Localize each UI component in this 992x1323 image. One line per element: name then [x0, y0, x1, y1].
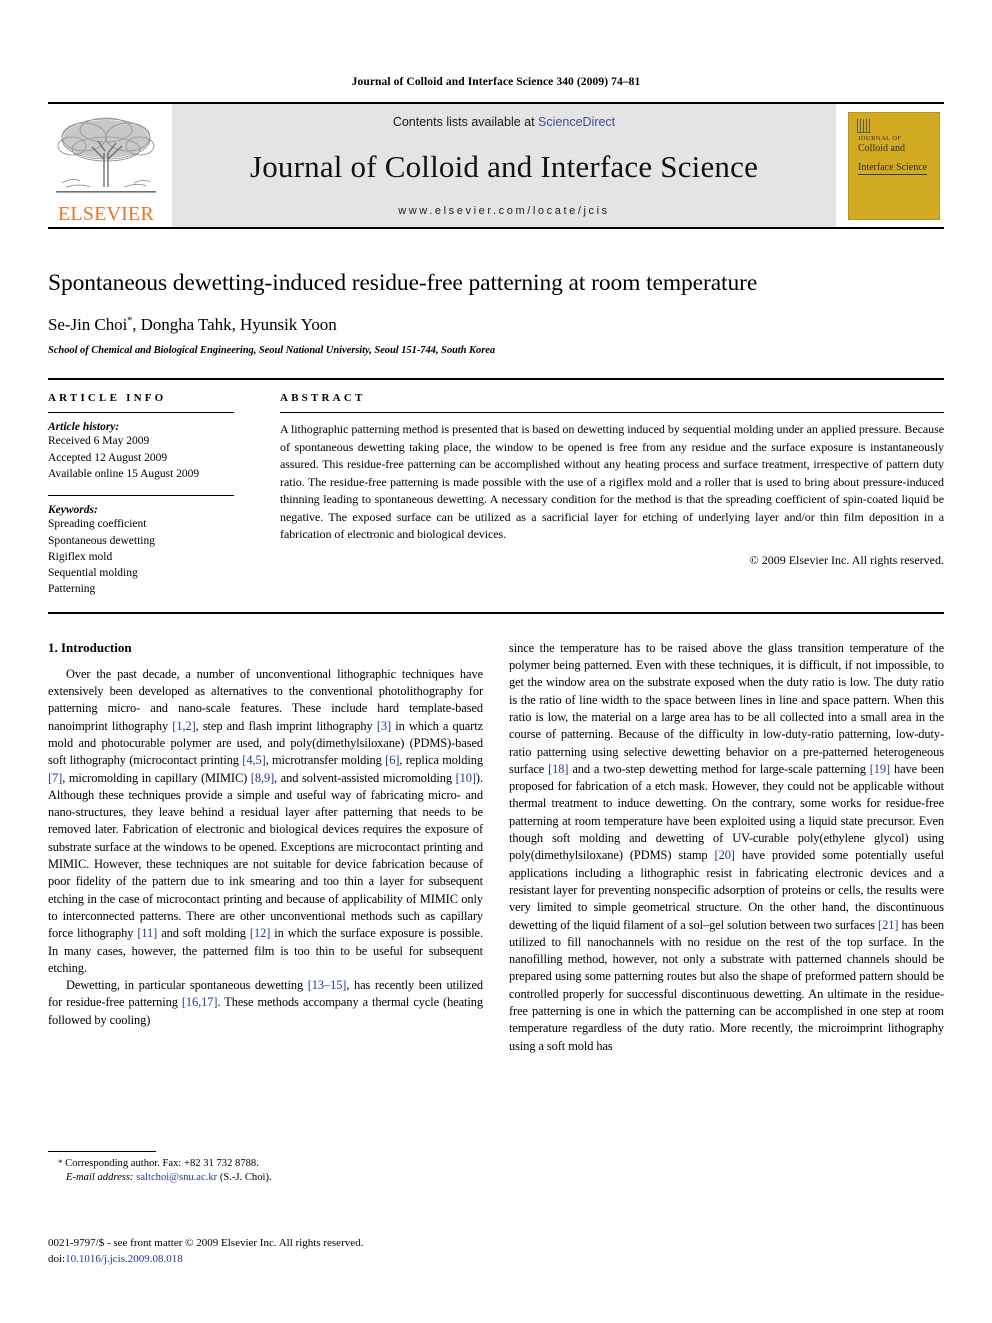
affiliation: School of Chemical and Biological Engine… — [48, 345, 496, 357]
article-history-label: Article history: — [48, 421, 120, 434]
text-run: , and solvent-assisted micromolding — [274, 770, 456, 785]
abstract-column: ABSTRACT A lithographic patterning metho… — [256, 392, 944, 598]
copyright-line: © 2009 Elsevier Inc. All rights reserved… — [749, 552, 944, 567]
text-run: and soft molding — [157, 926, 250, 941]
abstract-text: A lithographic patterning method is pres… — [280, 422, 944, 542]
cover-title-text: JOURNAL OF Colloid and Interface Science — [858, 135, 934, 177]
elsevier-logo: ELSEVIER — [48, 104, 164, 227]
keyword-item: Spreading coefficient — [48, 518, 147, 531]
doi-link[interactable]: 10.1016/j.jcis.2009.08.018 — [65, 1253, 183, 1265]
text-run: since the temperature has to be raised a… — [509, 640, 944, 776]
right-column: since the temperature has to be raised a… — [509, 640, 944, 1055]
journal-title: Journal of Colloid and Interface Science — [249, 149, 759, 184]
keyword-item: Sequential molding — [48, 567, 138, 580]
elsevier-wordmark: ELSEVIER — [57, 203, 155, 225]
imprint-block: 0021-9797/$ - see front matter © 2009 El… — [48, 1236, 488, 1268]
running-head: Journal of Colloid and Interface Science… — [351, 76, 641, 88]
divider — [48, 412, 234, 414]
footnote-block: * Corresponding author. Fax: +82 31 732 … — [48, 1150, 483, 1186]
contents-prefix: Contents lists available at — [392, 115, 539, 129]
citation-ref[interactable]: [18] — [548, 762, 568, 776]
journal-url[interactable]: www.elsevier.com/locate/jcis — [398, 205, 610, 217]
article-history-item: Accepted 12 August 2009 — [48, 451, 168, 464]
email-link[interactable]: saltchoi@snu.ac.kr — [136, 1172, 217, 1183]
citation-ref[interactable]: [10] — [456, 771, 476, 785]
issn-line: 0021-9797/$ - see front matter © 2009 El… — [48, 1237, 364, 1249]
keywords-label: Keywords: — [48, 504, 98, 517]
footnote-email: E-mail address: saltchoi@snu.ac.kr (S.-J… — [66, 1171, 483, 1186]
author-rest: , Dongha Tahk, Hyunsik Yoon — [132, 315, 337, 335]
citation-ref[interactable]: [20] — [715, 848, 735, 862]
text-run: , microtransfer molding — [265, 753, 386, 768]
paragraph: since the temperature has to be raised a… — [509, 640, 944, 1055]
journal-masthead: ELSEVIER Contents lists available at Sci… — [48, 102, 944, 229]
keyword-item: Patterning — [48, 583, 96, 596]
paragraph: Over the past decade, a number of unconv… — [48, 666, 483, 977]
citation-ref[interactable]: [11] — [137, 926, 157, 940]
text-run: ). Although these techniques provide a s… — [48, 770, 483, 941]
left-column: 1. Introduction Over the past decade, a … — [48, 639, 483, 1183]
article-info-label: ARTICLE INFO — [48, 392, 167, 405]
author-list: Se-Jin Choi*, Dongha Tahk, Hyunsik Yoon — [48, 315, 944, 335]
journal-banner: Contents lists available at ScienceDirec… — [172, 104, 836, 227]
info-abstract-block: ARTICLE INFO Article history: Received 6… — [48, 378, 944, 614]
citation-ref[interactable]: [21] — [878, 918, 898, 932]
elsevier-tree-icon — [56, 117, 156, 193]
paper-page: Journal of Colloid and Interface Science… — [0, 0, 992, 1323]
email-label: E-mail address: — [66, 1172, 134, 1184]
cover-line-2: Colloid and — [858, 142, 905, 154]
citation-ref[interactable]: [3] — [377, 719, 391, 733]
body-columns: 1. Introduction Over the past decade, a … — [48, 639, 944, 1183]
article-history-item: Available online 15 August 2009 — [48, 467, 200, 480]
cover-image: JOURNAL OF Colloid and Interface Science — [848, 111, 940, 220]
title-block: Spontaneous dewetting-induced residue-fr… — [48, 269, 944, 356]
citation-ref[interactable]: [16,17] — [182, 995, 218, 1009]
text-run: , step and flash imprint lithography — [195, 718, 377, 733]
paragraph: Dewetting, in particular spontaneous dew… — [48, 977, 483, 1029]
citation-ref[interactable]: [8,9] — [251, 771, 274, 785]
citation-ref[interactable]: [12] — [250, 926, 270, 940]
section-heading-introduction: 1. Introduction — [48, 639, 132, 655]
text-run: Dewetting, in particular spontaneous dew… — [66, 978, 308, 993]
keyword-item: Spontaneous dewetting — [48, 534, 155, 547]
author-first: Se-Jin Choi — [48, 315, 128, 335]
cover-publisher-icon — [857, 118, 871, 133]
divider — [280, 412, 944, 414]
page-title: Spontaneous dewetting-induced residue-fr… — [48, 270, 758, 296]
doi-line: doi:10.1016/j.jcis.2009.08.018 — [48, 1252, 488, 1268]
citation-ref[interactable]: [7] — [48, 771, 62, 785]
journal-cover-thumbnail: JOURNAL OF Colloid and Interface Science — [844, 104, 944, 227]
text-run: and a two-step dewetting method for larg… — [568, 761, 870, 776]
footnote-text: Corresponding author. Fax: +82 31 732 87… — [62, 1157, 259, 1169]
cover-line-1: JOURNAL OF — [858, 134, 902, 142]
article-info-column: ARTICLE INFO Article history: Received 6… — [48, 392, 256, 598]
citation-ref[interactable]: [13–15] — [308, 978, 347, 992]
email-suffix: (S.-J. Choi). — [217, 1172, 272, 1184]
footnote-corresponding-author: * Corresponding author. Fax: +82 31 732 … — [58, 1157, 483, 1172]
cover-line-3: Interface Science — [858, 162, 928, 176]
article-history-item: Received 6 May 2009 — [48, 435, 150, 448]
text-run: , replica molding — [399, 753, 483, 768]
citation-ref[interactable]: [6] — [385, 753, 399, 767]
citation-ref[interactable]: [19] — [870, 762, 890, 776]
citation-ref[interactable]: [4,5] — [242, 753, 265, 767]
abstract-label: ABSTRACT — [280, 392, 366, 405]
keyword-item: Rigiflex mold — [48, 550, 113, 563]
contents-available-line: Contents lists available at ScienceDirec… — [393, 115, 615, 129]
sciencedirect-link[interactable]: ScienceDirect — [538, 115, 615, 129]
footnote-divider — [48, 1150, 156, 1152]
divider — [48, 495, 234, 497]
text-run: has been utilized to fill nanochannels w… — [509, 917, 944, 1053]
text-run: , micromolding in capillary (MIMIC) — [62, 770, 251, 785]
citation-ref[interactable]: [1,2] — [172, 719, 195, 733]
doi-label: doi: — [48, 1252, 66, 1265]
